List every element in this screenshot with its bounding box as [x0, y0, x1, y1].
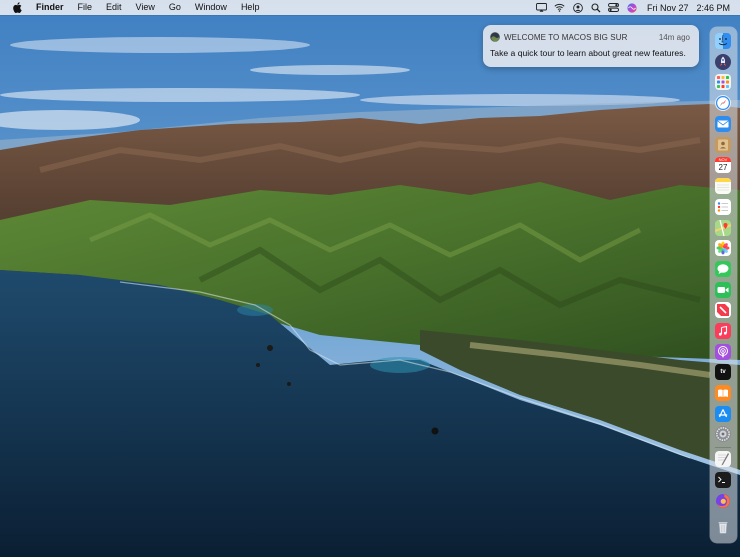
menu-bar-left: Finder File Edit View Go Window Help: [0, 0, 266, 15]
notification-title: WELCOME TO MACOS BIG SUR: [504, 33, 628, 42]
music-icon[interactable]: [715, 323, 731, 339]
user-icon[interactable]: [569, 0, 587, 15]
tv-icon[interactable]: tv: [715, 364, 731, 380]
dock: NOV 27 tv: [710, 27, 737, 543]
menu-edit[interactable]: Edit: [99, 0, 129, 15]
photos-icon[interactable]: [715, 240, 731, 256]
menu-app-name[interactable]: Finder: [36, 0, 71, 15]
mail-icon[interactable]: [715, 116, 731, 132]
menu-clock[interactable]: Fri Nov 27 2:46 PM: [641, 3, 730, 13]
search-icon[interactable]: [587, 0, 605, 15]
menu-go[interactable]: Go: [162, 0, 188, 15]
desktop-wallpaper: [0, 0, 740, 557]
reminders-icon[interactable]: [715, 199, 731, 215]
siri-icon[interactable]: [623, 0, 641, 15]
firefox-icon[interactable]: [715, 493, 731, 509]
books-icon[interactable]: [715, 385, 731, 401]
trash-icon[interactable]: [715, 519, 731, 535]
menu-help[interactable]: Help: [234, 0, 267, 15]
wifi-icon[interactable]: [551, 0, 569, 15]
notification-banner[interactable]: WELCOME TO MACOS BIG SUR 14m ago Take a …: [483, 25, 699, 67]
calendar-icon[interactable]: NOV 27: [715, 157, 731, 173]
macos-app-icon: [489, 31, 501, 43]
notification-time: 14m ago: [658, 33, 690, 42]
news-icon[interactable]: [715, 302, 731, 318]
messages-icon[interactable]: [715, 261, 731, 277]
apple-menu-icon[interactable]: [12, 0, 24, 15]
notification-body: Take a quick tour to learn about great n…: [490, 48, 686, 58]
app-store-icon[interactable]: [715, 406, 731, 422]
finder-icon[interactable]: [715, 33, 731, 49]
textedit-icon[interactable]: [715, 451, 731, 467]
calendar-day: 27: [718, 163, 728, 172]
menu-file[interactable]: File: [71, 0, 100, 15]
launchpad-grid-icon[interactable]: [715, 74, 731, 90]
menu-bar-right: Fri Nov 27 2:46 PM: [533, 0, 740, 15]
system-preferences-icon[interactable]: [715, 426, 731, 442]
notes-icon[interactable]: [715, 178, 731, 194]
clock-date: Fri Nov 27: [646, 2, 689, 13]
safari-icon[interactable]: [715, 95, 731, 111]
launchpad-icon[interactable]: [715, 54, 731, 70]
dock-separator: [715, 447, 731, 448]
screen-mirroring-icon[interactable]: [533, 0, 551, 15]
menu-window[interactable]: Window: [188, 0, 234, 15]
control-center-icon[interactable]: [605, 0, 623, 15]
facetime-icon[interactable]: [715, 282, 731, 298]
tv-label: tv: [720, 369, 726, 375]
terminal-icon[interactable]: [715, 472, 731, 488]
podcasts-icon[interactable]: [715, 344, 731, 360]
menu-bar: Finder File Edit View Go Window Help Fri…: [0, 0, 740, 15]
maps-icon[interactable]: [715, 220, 731, 236]
contacts-icon[interactable]: [715, 137, 731, 153]
clock-time: 2:46 PM: [696, 2, 730, 13]
menu-view[interactable]: View: [129, 0, 162, 15]
